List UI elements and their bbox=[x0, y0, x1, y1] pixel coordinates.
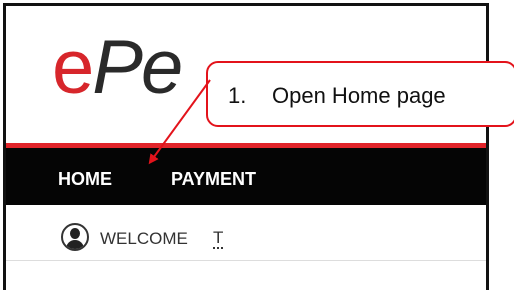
app-window: ePe HOME PAYMENT WELCOME T bbox=[3, 3, 489, 290]
user-avatar-icon[interactable] bbox=[61, 223, 89, 251]
content-area bbox=[6, 261, 486, 290]
nav-item-payment[interactable]: PAYMENT bbox=[171, 169, 256, 190]
logo: ePe bbox=[52, 30, 183, 106]
nav-item-home[interactable]: HOME bbox=[58, 169, 112, 190]
welcome-label: WELCOME bbox=[100, 229, 188, 248]
callout-step-number: 1. bbox=[228, 83, 247, 108]
callout-text: Open Home page bbox=[272, 83, 446, 108]
welcome-bar: WELCOME T bbox=[6, 205, 486, 260]
instruction-callout: 1. Open Home page bbox=[206, 61, 514, 127]
user-name-link[interactable]: T bbox=[213, 229, 224, 249]
logo-rest: Pe bbox=[92, 25, 183, 110]
main-nav: HOME PAYMENT bbox=[6, 148, 486, 205]
logo-e: e bbox=[52, 25, 94, 110]
